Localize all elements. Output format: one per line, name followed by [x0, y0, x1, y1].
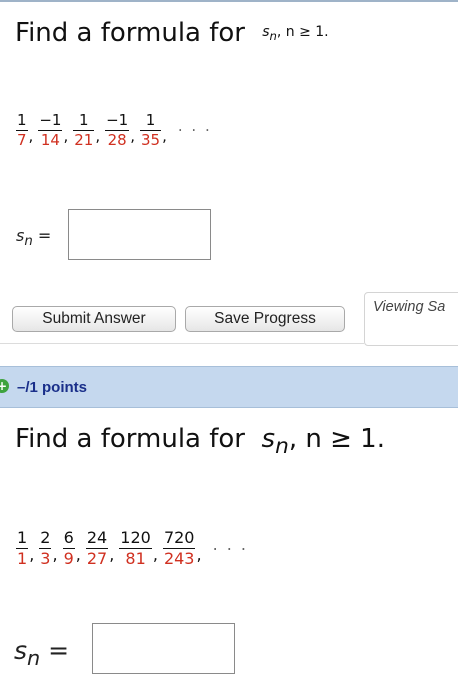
- fraction-denominator: 1: [17, 548, 28, 568]
- sequence-comma: ,: [28, 127, 34, 145]
- fraction-numerator: 2: [40, 528, 51, 547]
- sequence-comma: ,: [29, 544, 35, 564]
- fraction-numerator: −1: [39, 111, 62, 129]
- fraction-denominator: 35: [141, 130, 161, 149]
- fraction-numerator: 6: [63, 528, 74, 547]
- fraction-denominator: 27: [86, 548, 108, 568]
- question-2-answer-input[interactable]: [92, 623, 235, 674]
- question-2-header: + –/1 points: [0, 366, 458, 408]
- fraction-denominator: 81: [125, 548, 146, 568]
- fraction-numerator: 1: [79, 111, 89, 129]
- sequence-ellipsis: . . .: [177, 117, 212, 135]
- sequence-fraction: 23: [39, 528, 52, 568]
- question-2-sequence: 1 1, 2 3, 6 9, 24 27, 120 81, 720 243,. . .: [16, 529, 248, 567]
- question-2-math: sn, n ≥ 1.: [261, 424, 385, 460]
- expand-plus-icon[interactable]: +: [0, 379, 9, 393]
- sequence-comma: ,: [152, 544, 158, 564]
- viewing-saved-panel[interactable]: Viewing Sa: [364, 292, 458, 346]
- question-1-prompt: Find a formula for sn, n ≥ 1.: [15, 18, 329, 48]
- fraction-denominator: 7: [17, 130, 27, 149]
- question-2-prompt-text: Find a formula for: [15, 424, 246, 454]
- top-divider: [0, 0, 458, 2]
- sequence-fraction: −1 14: [38, 111, 63, 149]
- sequence-fraction: 11: [16, 528, 29, 568]
- fraction-numerator: −1: [106, 111, 129, 129]
- sequence-comma: ,: [63, 127, 69, 145]
- sequence-fraction: 17: [16, 112, 28, 148]
- question-2-answer-label: sn =: [14, 636, 70, 670]
- question-1-answer-label: sn =: [16, 226, 52, 250]
- sequence-fraction: 69: [62, 528, 75, 568]
- question-2-points: –/1 points: [17, 379, 88, 396]
- fraction-numerator: 1: [17, 528, 28, 547]
- fraction-denominator: 243: [163, 548, 195, 568]
- sequence-fraction: 24 27: [85, 528, 109, 568]
- sequence-fraction: 720 243: [162, 528, 196, 568]
- sequence-comma: ,: [130, 127, 136, 145]
- viewing-saved-label: Viewing Sa: [373, 299, 446, 315]
- question-1-divider: [0, 343, 364, 344]
- fraction-denominator: 3: [40, 548, 51, 568]
- sequence-comma: ,: [52, 544, 58, 564]
- sequence-comma: ,: [75, 544, 81, 564]
- question-1-math: sn, n ≥ 1.: [262, 24, 329, 43]
- sequence-comma: ,: [162, 127, 167, 145]
- fraction-denominator: 28: [107, 130, 127, 149]
- save-progress-button[interactable]: Save Progress: [185, 306, 345, 332]
- question-1-prompt-text: Find a formula for: [15, 18, 246, 48]
- sequence-comma: ,: [109, 544, 115, 564]
- sequence-fraction: 1 21: [73, 111, 95, 149]
- sequence-fraction: −1 28: [105, 111, 130, 149]
- sequence-fraction: 1 35: [140, 111, 162, 149]
- sequence-fraction: 120 81: [119, 529, 152, 567]
- sequence-comma: ,: [95, 127, 101, 145]
- fraction-denominator: 9: [63, 548, 74, 568]
- fraction-denominator: 21: [74, 130, 94, 149]
- question-2-prompt: Find a formula for sn, n ≥ 1.: [15, 424, 385, 459]
- question-1-sequence: 1 7, −1 14, 1 21, −1 28, 1 35,. . .: [16, 112, 212, 148]
- fraction-numerator: 1: [145, 111, 156, 129]
- submit-answer-button[interactable]: Submit Answer: [12, 306, 176, 332]
- sequence-ellipsis: . . .: [212, 534, 249, 554]
- fraction-numerator: 720: [163, 528, 195, 547]
- fraction-numerator: 24: [86, 528, 108, 547]
- fraction-numerator: 120: [120, 528, 151, 547]
- question-1-answer-input[interactable]: [68, 209, 211, 260]
- fraction-numerator: 1: [17, 111, 27, 129]
- sequence-comma: ,: [196, 544, 202, 564]
- fraction-denominator: 14: [40, 130, 60, 149]
